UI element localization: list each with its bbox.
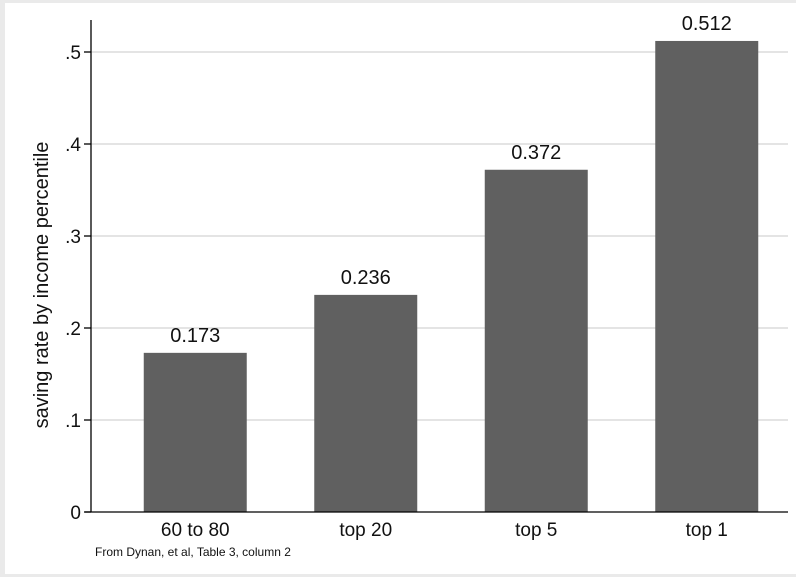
y-tick-label: .4 bbox=[65, 135, 81, 156]
x-tick-labels: 60 to 80 top 20 top 5 top 1 bbox=[161, 520, 728, 541]
source-note: From Dynan, et al, Table 3, column 2 bbox=[95, 545, 291, 559]
value-labels: 0.173 0.236 0.372 0.512 bbox=[170, 13, 732, 347]
y-axis-title: saving rate by income percentile bbox=[31, 142, 53, 429]
x-tick-label: top 1 bbox=[686, 520, 728, 541]
bar-value-label: 0.236 bbox=[341, 267, 391, 289]
bar-value-label: 0.372 bbox=[511, 142, 561, 164]
chart-frame: 0 .1 .2 .3 .4 .5 60 to 80 top 20 top 5 top 1 0.1… bbox=[5, 3, 796, 574]
bar-chart: 0 .1 .2 .3 .4 .5 60 to 80 top 20 top 5 top 1 0.1… bbox=[31, 13, 788, 559]
y-tick-label: .1 bbox=[65, 411, 81, 432]
y-tick-label: 0 bbox=[70, 503, 81, 524]
bar-value-label: 0.173 bbox=[170, 325, 220, 347]
x-tick-label: top 20 bbox=[339, 520, 392, 541]
bar bbox=[143, 352, 247, 512]
y-tick-label: .2 bbox=[65, 319, 81, 340]
bars bbox=[143, 40, 759, 513]
x-tick-label: top 5 bbox=[515, 520, 557, 541]
bar-value-label: 0.512 bbox=[682, 13, 732, 35]
y-ticks: 0 .1 .2 .3 .4 .5 bbox=[65, 43, 91, 524]
x-tick-label: 60 to 80 bbox=[161, 520, 230, 541]
y-tick-label: .5 bbox=[65, 43, 81, 64]
bar bbox=[314, 294, 418, 512]
y-tick-label: .3 bbox=[65, 227, 81, 248]
bar bbox=[655, 40, 759, 513]
bar bbox=[484, 169, 588, 512]
